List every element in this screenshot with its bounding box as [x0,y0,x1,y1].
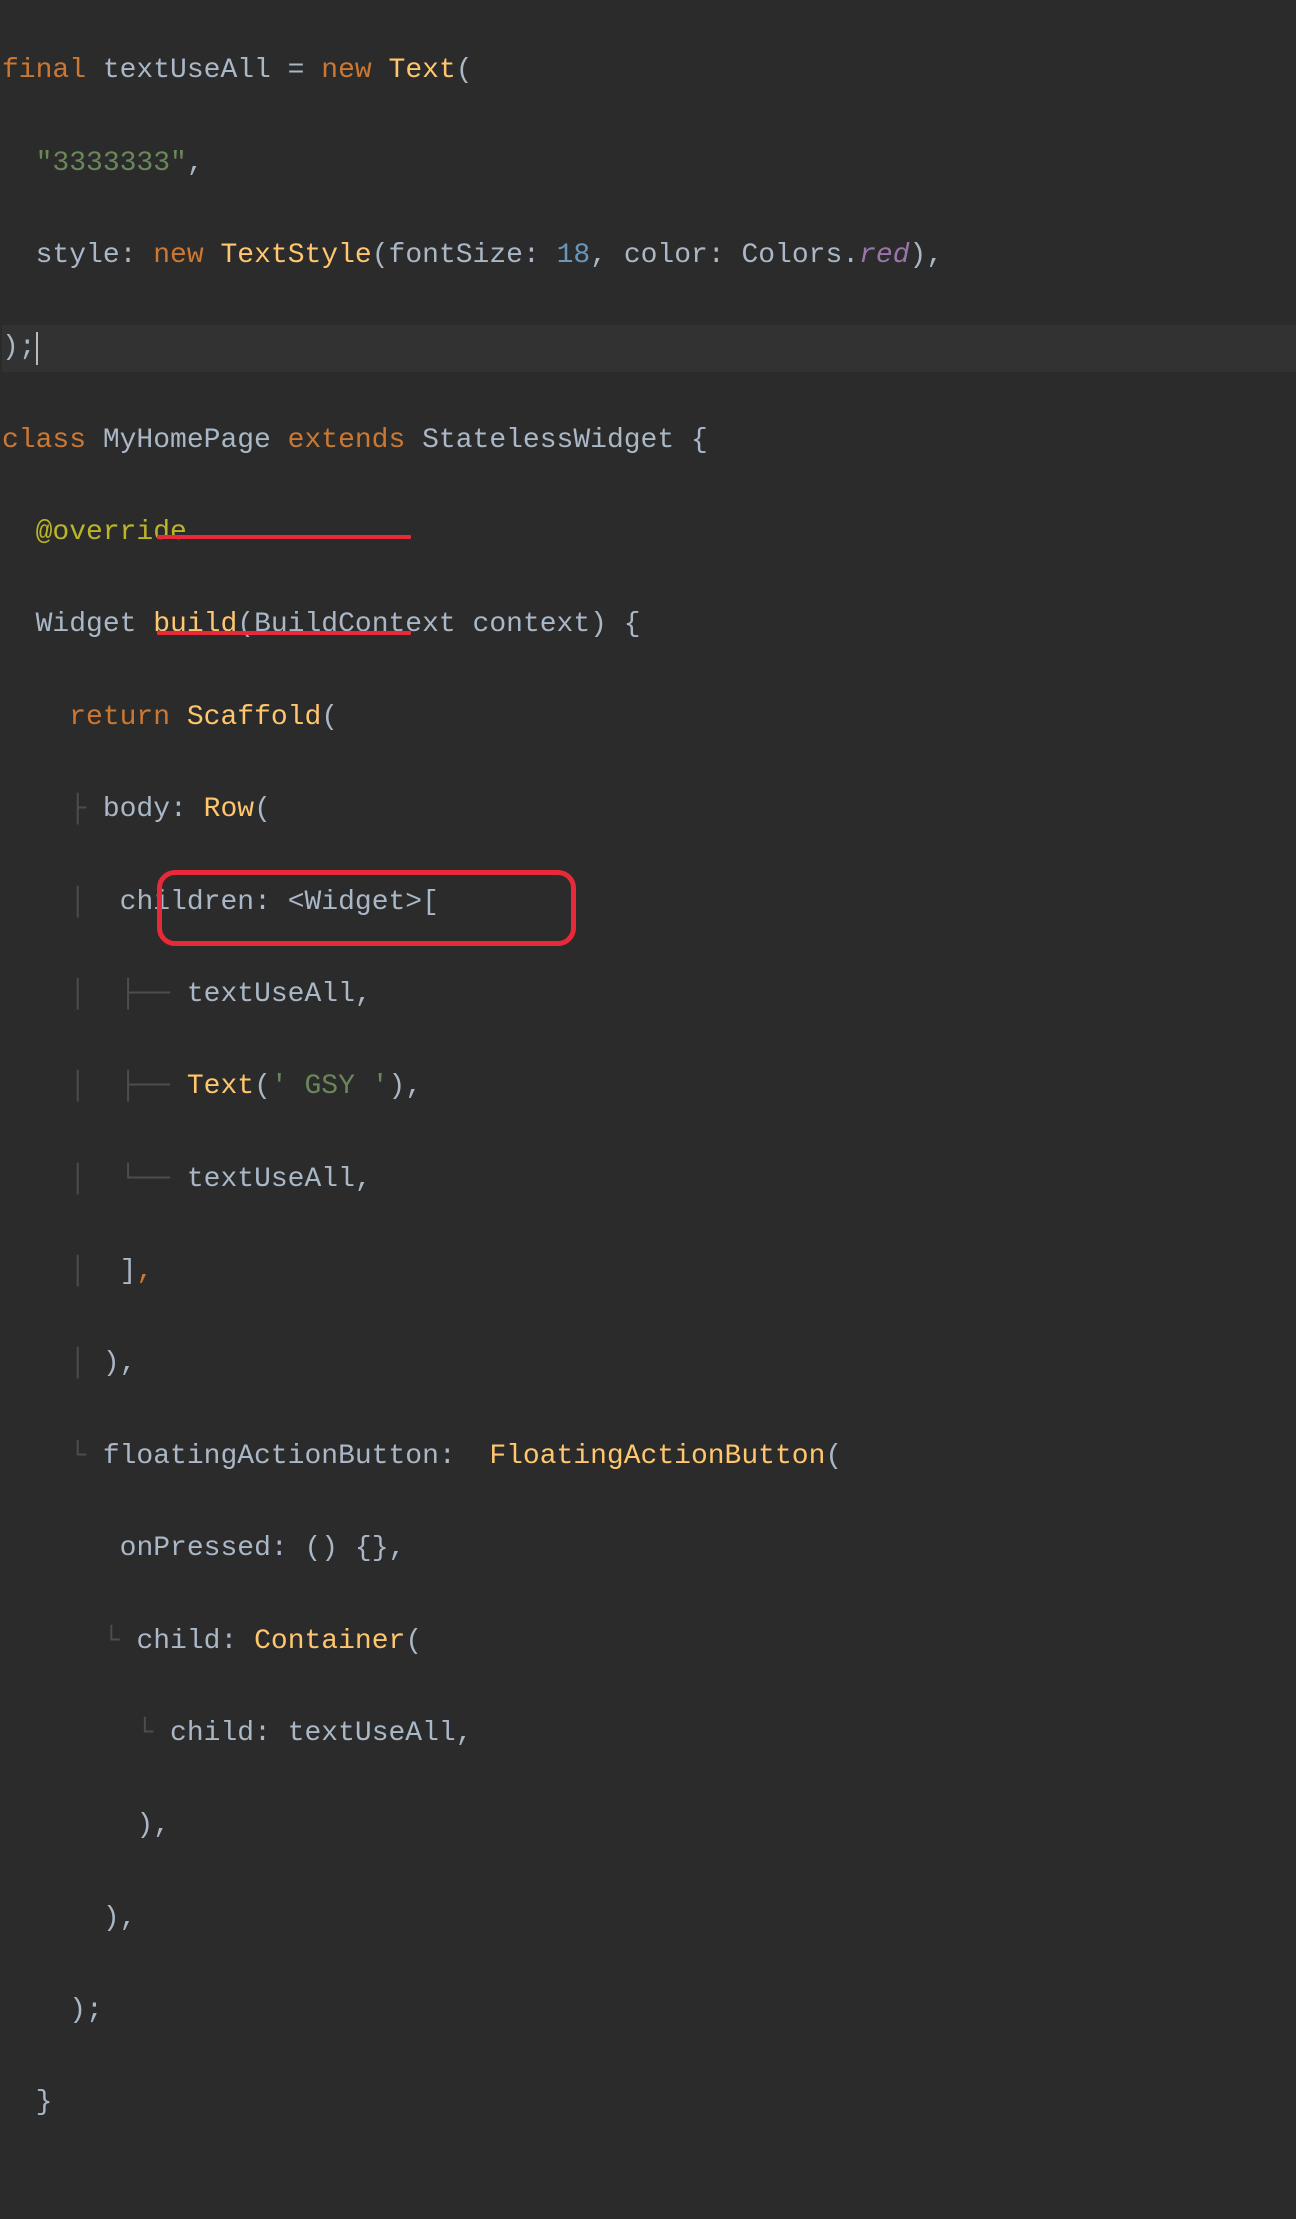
code-line: │ ├── textUseAll, [2,972,1296,1018]
code-line: └ child: Container( [2,1619,1296,1665]
code-line: │ └── textUseAll, [2,1157,1296,1203]
keyword-final: final [2,55,86,86]
class-MyHomePage: MyHomePage [103,425,271,456]
class-Container: Container [254,1626,405,1657]
class-TextStyle: TextStyle [220,240,371,271]
code-line: ), [2,1896,1296,1942]
code-line: │ ├── Text(' GSY '), [2,1064,1296,1110]
class-Scaffold: Scaffold [187,702,321,733]
text-caret [36,332,38,366]
code-line: ); [2,1988,1296,2034]
annotation-box [157,870,576,946]
code-line: └ child: textUseAll, [2,1711,1296,1757]
annotation-override: @override [36,517,187,548]
identifier-textUseAll: textUseAll [187,979,355,1010]
code-line: class MyHomePage extends StatelessWidget… [2,418,1296,464]
string-literal: ' GSY ' [271,1071,389,1102]
annotation-underline-1 [157,535,411,539]
class-FloatingActionButton: FloatingActionButton [489,1441,825,1472]
code-line: "3333333", [2,141,1296,187]
code-line: └ floatingActionButton: FloatingActionBu… [2,1434,1296,1480]
code-line: style: new TextStyle(fontSize: 18, color… [2,233,1296,279]
code-line: ├ body: Row( [2,787,1296,833]
identifier-textUseAll: textUseAll [288,1718,456,1749]
code-editor[interactable]: final textUseAll = new Text( "3333333", … [0,0,1296,2219]
code-line: } [2,2080,1296,2172]
code-line: │ ], [2,1249,1296,1295]
string-literal: "3333333" [36,148,187,179]
identifier-textUseAll: textUseAll [187,1164,355,1195]
code-line: @override [2,510,1296,556]
class-StatelessWidget: StatelessWidget [422,425,674,456]
code-line: final textUseAll = new Text( [2,48,1296,94]
method-build: build [153,609,237,640]
code-line: ), [2,1803,1296,1849]
static-red: red [859,240,909,271]
code-line-current: ); [2,325,1296,371]
annotation-underline-2 [157,631,411,635]
code-line: Widget build(BuildContext context) { [2,602,1296,648]
code-line: │ ), [2,1341,1296,1387]
code-line: onPressed: () {}, [2,1526,1296,1572]
class-Row: Row [204,794,254,825]
class-Text: Text [389,55,456,86]
identifier-textUseAll: textUseAll [103,55,271,86]
code-line: return Scaffold( [2,695,1296,741]
